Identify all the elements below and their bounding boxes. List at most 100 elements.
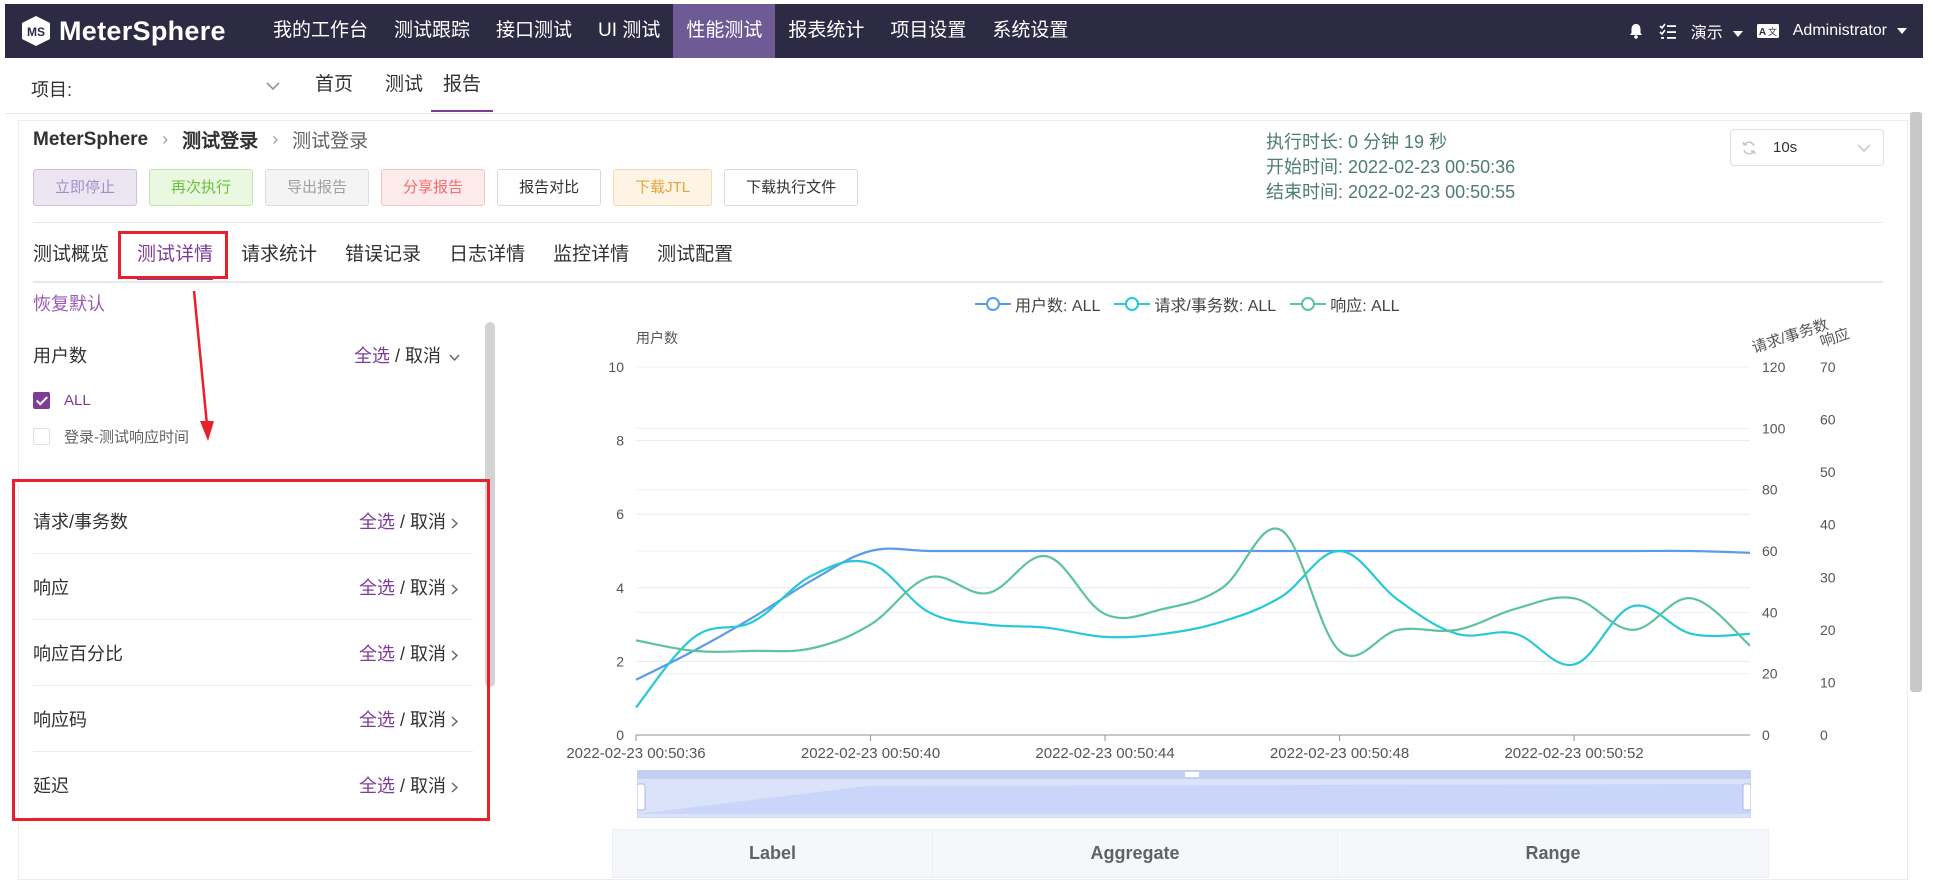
- checkbox-checked-icon[interactable]: [33, 392, 50, 409]
- nav-test-track[interactable]: 测试跟踪: [381, 4, 483, 58]
- nav-workbench[interactable]: 我的工作台: [260, 4, 381, 58]
- x-tick-label: 2022-02-23 00:50:52: [1504, 745, 1643, 762]
- user-menu[interactable]: Administrator: [1793, 22, 1907, 40]
- y-right2-tick-label: 10: [1820, 674, 1836, 690]
- highlight-box-tab: [118, 231, 228, 279]
- chevron-right-icon: ›: [272, 129, 279, 149]
- breadcrumb-root[interactable]: MeterSphere: [33, 129, 148, 151]
- stop-button[interactable]: 立即停止: [33, 169, 138, 206]
- performance-chart: 0246810020406080100120010203040506070用户数…: [566, 316, 1851, 762]
- select-all-link[interactable]: 全选: [354, 346, 390, 366]
- checkbox-label: 登录-测试响应时间: [64, 429, 189, 446]
- tab-test-config[interactable]: 测试配置: [657, 240, 733, 280]
- nav-project-settings[interactable]: 项目设置: [877, 4, 979, 58]
- svg-text:文: 文: [1768, 26, 1777, 38]
- y-left-tick-label: 0: [616, 727, 624, 743]
- download-files-button[interactable]: 下载执行文件: [724, 169, 859, 206]
- top-navbar: MS MeterSphere 我的工作台 测试跟踪 接口测试 UI 测试 性能测…: [5, 4, 1923, 58]
- annotation-arrow-icon: [192, 290, 214, 441]
- subtab-report[interactable]: 报告: [431, 58, 494, 112]
- slider-right-handle[interactable]: [1742, 783, 1751, 811]
- select-cancel-toggle[interactable]: 全选 / 取消: [354, 342, 461, 368]
- download-jtl-button[interactable]: 下载JTL: [613, 169, 713, 206]
- x-tick-label: 2022-02-23 00:50:36: [566, 745, 705, 762]
- username: Administrator: [1792, 22, 1887, 39]
- nav-reports[interactable]: 报表统计: [775, 4, 877, 58]
- highlight-box-filters: [12, 479, 490, 821]
- workspace-switcher[interactable]: 演示: [1691, 19, 1743, 43]
- y-right2-tick-label: 50: [1820, 464, 1836, 480]
- subtab-home[interactable]: 首页: [315, 58, 353, 112]
- nav-performance-test[interactable]: 性能测试: [673, 4, 776, 58]
- window-scrollbar[interactable]: [1910, 112, 1922, 692]
- y-left-tick-label: 10: [608, 359, 624, 375]
- y-right2-tick-label: 70: [1820, 359, 1836, 375]
- column-range[interactable]: Range: [1338, 830, 1768, 877]
- breadcrumb-report: 测试登录: [292, 131, 369, 152]
- export-report-button[interactable]: 导出报告: [265, 169, 370, 206]
- subtab-test[interactable]: 测试: [385, 58, 423, 112]
- brand-logo[interactable]: MS MeterSphere: [19, 14, 226, 48]
- svg-text:A: A: [1759, 27, 1766, 38]
- checkbox-unchecked-icon[interactable]: [33, 428, 50, 445]
- y-right1-tick-label: 60: [1762, 543, 1778, 559]
- start-time-label: 开始时间:: [1266, 157, 1344, 177]
- duration-value: 0 分钟 19 秒: [1348, 132, 1448, 152]
- x-tick-label: 2022-02-23 00:50:40: [801, 745, 940, 762]
- filter-group-users: 用户数 全选 / 取消 ALL 登录-测试响应时间: [33, 322, 473, 482]
- nav-system-settings[interactable]: 系统设置: [979, 4, 1081, 58]
- y-right2-tick-label: 60: [1820, 412, 1836, 428]
- y-right1-tick-label: 100: [1762, 420, 1786, 436]
- y-right1-tick-label: 40: [1762, 604, 1778, 620]
- y-right1-tick-label: 80: [1762, 482, 1778, 498]
- checkbox-all[interactable]: ALL: [33, 392, 91, 409]
- y-right2-tick-label: 0: [1820, 727, 1828, 743]
- chevron-right-icon: ›: [162, 129, 169, 149]
- y-left-tick-label: 4: [616, 580, 624, 596]
- breadcrumb-test[interactable]: 测试登录: [182, 126, 258, 153]
- chevron-down-icon[interactable]: [448, 351, 461, 364]
- tab-error-log[interactable]: 错误记录: [345, 240, 421, 280]
- y-right1-tick-label: 120: [1762, 359, 1786, 375]
- sub-navbar: 项目: 首页 测试 报告: [5, 58, 1923, 114]
- header-divider: [33, 222, 1883, 223]
- brand-name: MeterSphere: [59, 15, 226, 46]
- report-actions: 立即停止 再次执行 导出报告 分享报告 报告对比 下载JTL 下载执行文件: [33, 169, 870, 206]
- y-right1-tick-label: 20: [1762, 666, 1778, 682]
- compare-report-button[interactable]: 报告对比: [497, 169, 602, 206]
- refresh-interval-select[interactable]: 10s: [1730, 129, 1884, 166]
- chevron-down-icon: [1857, 144, 1871, 153]
- tab-overview[interactable]: 测试概览: [33, 240, 109, 280]
- nav-right-tools: 演示 A 文 Administrator: [1613, 4, 1907, 58]
- time-range-slider[interactable]: [637, 770, 1751, 818]
- end-time-value: 2022-02-23 00:50:55: [1348, 182, 1516, 202]
- bell-icon[interactable]: [1627, 22, 1645, 40]
- y-right1-tick-label: 0: [1762, 727, 1770, 743]
- translate-icon[interactable]: A 文: [1756, 23, 1779, 39]
- nav-api-test[interactable]: 接口测试: [483, 4, 585, 58]
- checkbox-label: ALL: [64, 392, 91, 409]
- column-aggregate[interactable]: Aggregate: [933, 830, 1338, 877]
- y-left-axis-title: 用户数: [636, 330, 678, 346]
- task-list-icon[interactable]: [1659, 22, 1677, 40]
- nav-ui-test[interactable]: UI 测试: [585, 4, 673, 58]
- column-label[interactable]: Label: [613, 830, 933, 877]
- tab-monitor-details[interactable]: 监控详情: [553, 240, 629, 280]
- restore-default-link[interactable]: 恢复默认: [33, 290, 105, 316]
- project-select[interactable]: 项目:: [31, 76, 72, 102]
- tab-request-stats[interactable]: 请求统计: [241, 240, 317, 280]
- y-left-tick-label: 2: [616, 653, 624, 669]
- tab-log-details[interactable]: 日志详情: [449, 240, 525, 280]
- svg-text:MS: MS: [27, 25, 45, 39]
- share-report-button[interactable]: 分享报告: [381, 169, 486, 206]
- chevron-down-icon[interactable]: [263, 76, 283, 96]
- cancel-link[interactable]: / 取消: [390, 346, 441, 366]
- slider-left-handle[interactable]: [637, 783, 646, 811]
- y-right2-tick-label: 40: [1820, 517, 1836, 533]
- caret-down-icon: [1732, 30, 1743, 37]
- rerun-button[interactable]: 再次执行: [149, 169, 254, 206]
- main-menu: 我的工作台 测试跟踪 接口测试 UI 测试 性能测试 报表统计 项目设置 系统设…: [260, 4, 1081, 58]
- checkbox-login-response-time[interactable]: 登录-测试响应时间: [33, 426, 189, 447]
- duration-label: 执行时长:: [1266, 132, 1344, 152]
- tabs-underline: [33, 281, 1883, 283]
